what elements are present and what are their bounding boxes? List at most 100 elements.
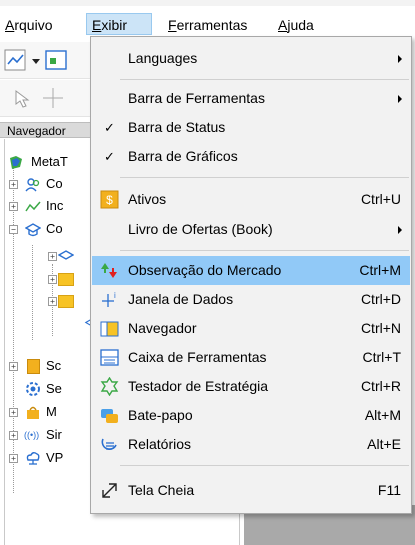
vps-icon (26, 452, 40, 465)
menu-separator (120, 250, 409, 251)
menu-item-symbols[interactable]: $ Ativos Ctrl+U (92, 185, 410, 214)
collapse-icon[interactable]: − (9, 225, 18, 234)
signals-icon: ((•)) (24, 430, 40, 440)
menu-item-shortcut: Alt+M (364, 407, 401, 423)
menu-exibir-accel: E (92, 17, 102, 33)
tree-item-label: Co (46, 221, 63, 236)
menu-item-label: Barra de Ferramentas (128, 90, 265, 106)
folder-icon (58, 273, 74, 286)
menu-item-label: Janela de Dados (128, 291, 234, 307)
menu-item-label: Testador de Estratégia (128, 378, 269, 394)
menu-item-label: Bate-papo (128, 407, 193, 423)
menu-item-shortcut: Ctrl+M (359, 262, 401, 278)
scripts-icon (27, 359, 40, 374)
menu-item-label: Barra de Status (128, 119, 226, 135)
tree-root-label: MetaT (31, 154, 68, 169)
tree-item-label: Sir (46, 427, 62, 442)
tree-item-label: VP (46, 450, 64, 465)
crosshair-icon[interactable] (40, 85, 66, 111)
checkmark-icon: ✓ (104, 149, 115, 164)
expand-icon[interactable]: + (48, 252, 57, 261)
menu-item-fullscreen[interactable]: Tela Cheia F11 (92, 476, 410, 505)
menu-item-market-watch[interactable]: Observação do Mercado Ctrl+M (92, 256, 410, 285)
menu-separator (120, 79, 409, 80)
data-window-icon: i (102, 291, 116, 307)
menu-exibir-rest: xibir (101, 17, 128, 33)
menu-arquivo-accel: A (5, 17, 15, 33)
menu-ferramentas-accel: F (168, 17, 177, 33)
tree-item-label: Se (46, 381, 62, 396)
market-watch-icon (101, 263, 117, 278)
market-icon (27, 406, 39, 419)
tree-item-label: Co (46, 176, 63, 191)
svg-text:$: $ (106, 193, 113, 207)
submenu-arrow-icon (398, 226, 402, 234)
cursor-icon[interactable] (10, 85, 36, 111)
menu-item-status-bar[interactable]: ✓ Barra de Status (92, 113, 410, 142)
experts-icon (25, 223, 41, 237)
chevron-down-icon[interactable] (30, 47, 42, 73)
menu-item-reports[interactable]: Relatórios Alt+E (92, 430, 410, 459)
toolbar-tools (0, 80, 98, 117)
expand-icon[interactable]: + (9, 408, 18, 417)
expand-icon[interactable]: + (9, 431, 18, 440)
menu-item-label: Languages (128, 50, 198, 66)
expand-icon[interactable]: + (48, 275, 57, 284)
menu-ajuda-rest: juda (287, 17, 314, 33)
menu-item-toolbox[interactable]: Caixa de Ferramentas Ctrl+T (92, 343, 410, 372)
menu-bar: Arquivo Exibir Ferramentas Ajuda (0, 0, 415, 38)
menu-item-navigator[interactable]: Navegador Ctrl+N (92, 314, 410, 343)
menu-item-strategy-tester[interactable]: Testador de Estratégia Ctrl+R (92, 372, 410, 401)
expand-icon[interactable]: + (9, 202, 18, 211)
accounts-icon (25, 178, 40, 192)
chart-window-icon[interactable] (44, 47, 70, 73)
title-strip (0, 0, 415, 6)
menu-ajuda-accel: A (278, 17, 288, 33)
tree-item-label: Sc (46, 358, 62, 373)
menu-ferramentas[interactable]: Ferramentas (168, 15, 247, 35)
menu-exibir[interactable]: Exibir (86, 13, 152, 35)
menu-item-charts-bar[interactable]: ✓ Barra de Gráficos (92, 142, 410, 171)
menu-item-label: Relatórios (128, 436, 192, 452)
menu-item-label: Tela Cheia (128, 482, 195, 498)
chat-icon (101, 409, 118, 423)
menu-ajuda[interactable]: Ajuda (278, 15, 314, 35)
submenu-arrow-icon (398, 95, 402, 103)
exibir-dropdown-menu: Languages Barra de Ferramentas ✓ Barra d… (90, 36, 412, 514)
menu-item-shortcut: Alt+E (367, 436, 401, 452)
expand-icon[interactable]: + (9, 180, 18, 189)
tree-line (32, 245, 33, 340)
menu-item-shortcut: Ctrl+U (360, 191, 401, 207)
metatrader-logo-icon (10, 156, 22, 169)
tree-line (13, 168, 14, 493)
menu-item-label: Caixa de Ferramentas (128, 349, 267, 365)
symbols-icon: $ (100, 190, 119, 209)
menu-separator (120, 465, 409, 466)
menu-arquivo-rest: rquivo (14, 17, 53, 33)
menu-item-toolbars[interactable]: Barra de Ferramentas (92, 84, 410, 113)
menu-separator (120, 177, 409, 178)
menu-item-languages[interactable]: Languages (92, 44, 410, 73)
indicators-icon (25, 201, 41, 212)
expand-icon[interactable]: + (9, 454, 18, 463)
fullscreen-icon (102, 483, 117, 498)
menu-item-label: Observação do Mercado (128, 262, 282, 278)
line-chart-icon[interactable] (4, 47, 30, 73)
services-icon (26, 382, 40, 396)
menu-item-label: Navegador (128, 320, 197, 336)
expand-icon[interactable]: + (48, 297, 57, 306)
expert-icon (58, 250, 74, 260)
tree-item-label: M (46, 404, 57, 419)
strategy-tester-icon (100, 377, 119, 396)
menu-arquivo[interactable]: Arquivo (5, 15, 52, 35)
menu-item-data-window[interactable]: i Janela de Dados Ctrl+D (92, 285, 410, 314)
menu-item-order-book[interactable]: Livro de Ofertas (Book) (92, 215, 410, 244)
menu-item-shortcut: Ctrl+N (360, 320, 401, 336)
svg-text:i: i (114, 291, 116, 300)
checkmark-icon: ✓ (104, 120, 115, 135)
expand-icon[interactable]: + (9, 362, 18, 371)
menu-item-chat[interactable]: Bate-papo Alt+M (92, 401, 410, 430)
menu-item-shortcut: Ctrl+T (362, 349, 402, 365)
menu-ferramentas-rest: erramentas (176, 17, 248, 33)
menu-item-label: Livro de Ofertas (Book) (128, 221, 273, 237)
